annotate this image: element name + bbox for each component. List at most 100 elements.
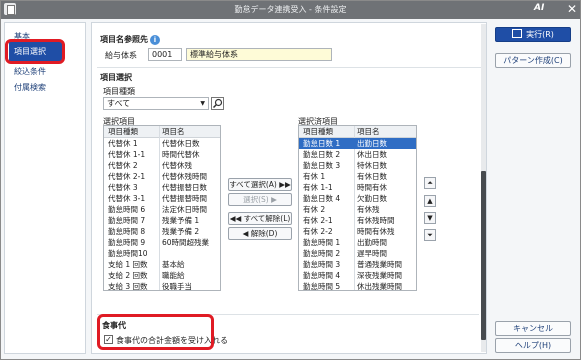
help-button[interactable]: ヘルプ(H) <box>495 338 571 353</box>
list-item[interactable]: 勤怠時間 5 休出残業時間 <box>299 281 416 291</box>
list-item[interactable]: 有休 2-2 時間有休残 <box>299 226 416 237</box>
cell-type: 勤怠時間10 <box>108 249 148 258</box>
list-item[interactable]: 有休 1 有休日数 <box>299 171 416 182</box>
cell-name: 有休残 <box>357 205 380 214</box>
cell-name: 代替振替日数 <box>162 183 207 192</box>
list-item[interactable]: 勤怠時間 1 出勤時間 <box>299 237 416 248</box>
move-down-icon[interactable]: ▼ <box>424 212 436 224</box>
list-item[interactable]: 勤怠時間 7 残業予備 1 <box>104 215 220 226</box>
ref-code-field[interactable]: 0001 <box>148 48 182 61</box>
cell-type: 有休 2-1 <box>303 216 333 225</box>
list-item[interactable]: 勤怠日数 3 特休日数 <box>299 160 416 171</box>
col-header-name: 項目名 <box>162 127 185 136</box>
run-button[interactable]: 実行(R) <box>495 27 571 42</box>
list-item[interactable]: 支給 2 回数 職能給 <box>104 270 220 281</box>
cancel-button[interactable]: キャンセル <box>495 321 571 336</box>
col-header-name: 項目名 <box>357 127 380 136</box>
list-item[interactable]: 支給 3 回数 役職手当 <box>104 281 220 291</box>
list-item[interactable]: 代替休 1-1 時間代替休 <box>104 149 220 160</box>
cell-name: 時間有休 <box>357 183 387 192</box>
list-item[interactable]: 代替休 2 代替休残 <box>104 160 220 171</box>
list-item[interactable]: 代替休 1 代替休日数 <box>104 138 220 149</box>
list-item[interactable]: 代替休 3-1 代替振替時間 <box>104 193 220 204</box>
cell-type: 勤怠日数 4 <box>303 194 341 203</box>
cell-type: 支給 2 回数 <box>108 271 148 280</box>
list-item[interactable]: 勤怠時間 6 法定休日時間 <box>104 204 220 215</box>
cell-type: 勤怠時間 3 <box>303 260 341 269</box>
cell-type: 勤怠時間 7 <box>108 216 146 225</box>
cell-name: 基本給 <box>162 260 185 269</box>
info-icon[interactable]: i <box>150 35 160 45</box>
list-item[interactable]: 勤怠日数 4 欠勤日数 <box>299 193 416 204</box>
list-item[interactable]: 代替休 3 代替振替日数 <box>104 182 220 193</box>
ref-name-field: 標準給与体系 <box>186 48 332 61</box>
select-all-button[interactable]: すべて選択(A) ▶▶ <box>228 178 292 191</box>
available-list[interactable]: 項目種類 項目名 代替休 1 代替休日数 代替休 1-1 時間代替休 代替休 2 代替休残… <box>103 125 221 291</box>
nav-item-attached-search[interactable]: 付属検索 <box>14 81 46 95</box>
move-top-icon[interactable]: ⏶ <box>424 177 436 189</box>
cell-name: 残業予備 1 <box>162 216 200 225</box>
select-button[interactable]: 選択(S) ▶ <box>228 193 292 206</box>
cell-type: 代替休 2 <box>108 161 138 170</box>
app-icon <box>4 3 16 15</box>
cell-name: 普通残業時間 <box>357 260 402 269</box>
cell-name: 残業予備 2 <box>162 227 200 236</box>
cell-name: 欠勤日数 <box>357 194 387 203</box>
list-item[interactable]: 勤怠日数 1 出勤日数 <box>299 138 416 149</box>
cell-type: 有休 1 <box>303 172 326 181</box>
cell-type: 勤怠時間 4 <box>303 271 341 280</box>
cell-name: 代替休残時間 <box>162 172 207 181</box>
cell-type: 勤怠時間 2 <box>303 249 341 258</box>
type-select[interactable]: すべて ▼ <box>103 97 209 110</box>
list-item[interactable]: 支給 1 回数 基本給 <box>104 259 220 270</box>
highlight-frame-meal <box>97 314 214 350</box>
cell-type: 支給 3 回数 <box>108 282 148 291</box>
search-button[interactable] <box>211 97 224 110</box>
col-header-type: 項目種類 <box>303 127 333 136</box>
cell-type: 勤怠時間 8 <box>108 227 146 236</box>
itemsel-section-title: 項目選択 <box>100 73 132 82</box>
scrollbar-thumb[interactable] <box>481 171 486 340</box>
list-item[interactable]: 勤怠時間 2 遅早時間 <box>299 248 416 259</box>
col-header-type: 項目種類 <box>108 127 138 136</box>
list-item[interactable]: 勤怠時間 4 深夜残業時間 <box>299 270 416 281</box>
cell-type: 勤怠時間 1 <box>303 238 341 247</box>
list-item[interactable]: 有休 2 有休残 <box>299 204 416 215</box>
cell-name: 休出残業時間 <box>357 282 402 291</box>
list-item[interactable]: 代替休 2-1 代替休残時間 <box>104 171 220 182</box>
unselect-button[interactable]: ◀ 解除(D) <box>228 227 292 240</box>
pattern-create-button[interactable]: パターン作成(C) <box>495 53 571 68</box>
cell-name: 特休日数 <box>357 161 387 170</box>
cell-name: 出勤日数 <box>357 139 387 148</box>
run-button-label: 実行(R) <box>526 30 554 39</box>
title-bar: 勤怠データ連携受入 - 条件設定 <box>1 1 580 19</box>
list-item[interactable]: 勤怠時間 3 普通残業時間 <box>299 259 416 270</box>
cell-name: 代替休残 <box>162 161 192 170</box>
cell-type: 代替休 3 <box>108 183 138 192</box>
unselect-all-button[interactable]: ◀◀ すべて解除(L) <box>228 212 292 225</box>
move-bottom-icon[interactable]: ⏷ <box>424 229 436 241</box>
list-item[interactable]: 有休 2-1 有休残時間 <box>299 215 416 226</box>
chevron-down-icon: ▼ <box>200 100 205 107</box>
cell-type: 代替休 1 <box>108 139 138 148</box>
close-icon[interactable]: ✕ <box>565 2 579 16</box>
selected-list-header: 項目種類 項目名 <box>299 126 416 138</box>
list-item[interactable]: 勤怠時間 9 60時間超残業 <box>104 237 220 248</box>
cell-name: 時間代替休 <box>162 150 200 159</box>
selected-list[interactable]: 項目種類 項目名 勤怠日数 1 出勤日数 勤怠日数 2 休出日数 勤怠日数 3 特休日数有… <box>298 125 417 291</box>
cell-name: 時間有休残 <box>357 227 395 236</box>
cell-type: 有休 1-1 <box>303 183 333 192</box>
list-item[interactable]: 勤怠時間 8 残業予備 2 <box>104 226 220 237</box>
cell-name: 代替振替時間 <box>162 194 207 203</box>
cell-type: 代替休 2-1 <box>108 172 146 181</box>
cell-type: 支給 1 回数 <box>108 260 148 269</box>
available-list-header: 項目種類 項目名 <box>104 126 220 138</box>
list-item[interactable]: 勤怠時間10 <box>104 248 220 259</box>
ref-label: 給与体系 <box>105 51 137 60</box>
nav-item-filter[interactable]: 絞込条件 <box>14 65 46 79</box>
cell-name: 職能給 <box>162 271 185 280</box>
cell-type: 有休 2-2 <box>303 227 333 236</box>
list-item[interactable]: 有休 1-1 時間有休 <box>299 182 416 193</box>
move-up-icon[interactable]: ▲ <box>424 195 436 207</box>
list-item[interactable]: 勤怠日数 2 休出日数 <box>299 149 416 160</box>
